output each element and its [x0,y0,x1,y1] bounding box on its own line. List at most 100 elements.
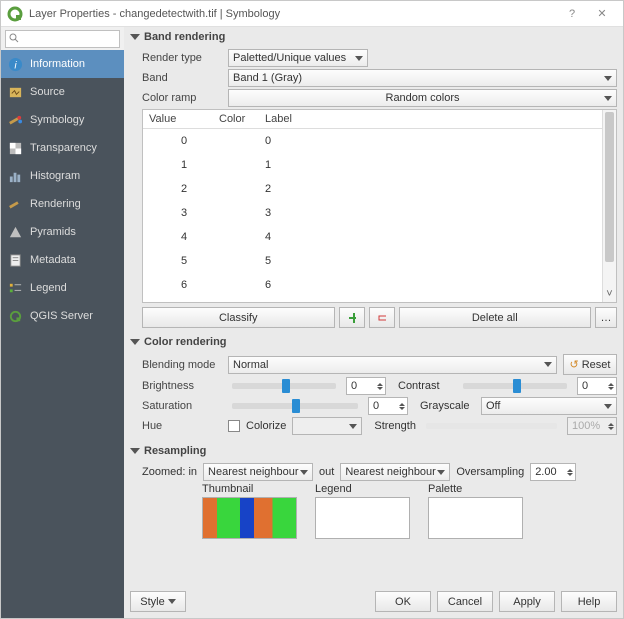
sidebar-item-rendering[interactable]: Rendering [1,190,124,218]
brightness-label: Brightness [142,380,222,392]
caret-down-icon [300,470,308,475]
render-type-label: Render type [142,52,222,64]
table-row[interactable]: 00 [143,129,602,153]
caret-down-icon [544,362,552,367]
cell-value: 1 [149,159,219,171]
cancel-button[interactable]: Cancel [437,591,493,612]
grayscale-label: Grayscale [420,400,475,412]
sidebar-item-label: Source [30,86,65,98]
saturation-slider[interactable] [232,403,358,409]
table-scrollbar[interactable]: ˅ [602,110,616,302]
caret-down-icon [168,599,176,604]
sidebar-item-transparency[interactable]: Transparency [1,134,124,162]
reset-button[interactable]: ↺Reset [563,354,617,375]
sidebar-item-label: Histogram [30,170,80,182]
sidebar-item-label: Rendering [30,198,81,210]
reset-icon: ↺ [570,358,579,371]
grayscale-combo[interactable]: Off [481,397,617,415]
band-combo[interactable]: Band 1 (Gray) [228,69,617,87]
saturation-spin[interactable]: 0 [368,397,408,415]
sidebar-item-symbology[interactable]: Symbology [1,106,124,134]
sidebar-item-label: Pyramids [30,226,76,238]
cell-label: 2 [265,183,596,195]
ok-button[interactable]: OK [375,591,431,612]
render-type-combo[interactable]: Paletted/Unique values [228,49,368,67]
col-color[interactable]: Color [219,113,265,125]
table-row[interactable]: 55 [143,249,602,273]
table-row[interactable]: 11 [143,153,602,177]
plus-icon [348,312,356,324]
help-button[interactable]: ? [557,8,587,20]
table-row[interactable]: 33 [143,201,602,225]
help-button[interactable]: Help [561,591,617,612]
caret-down-icon [437,470,445,475]
sidebar-item-metadata[interactable]: Metadata [1,246,124,274]
zoom-in-combo[interactable]: Nearest neighbour [203,463,313,481]
sidebar-item-pyramids[interactable]: Pyramids [1,218,124,246]
style-button[interactable]: Style [130,591,186,612]
table-row[interactable]: 77 [143,297,602,302]
sidebar-item-qgis-server[interactable]: QGIS Server [1,302,124,330]
palette-table: Value Color Label 0011223344556677 ˅ [142,109,617,303]
add-entry-button[interactable] [339,307,365,328]
table-row[interactable]: 44 [143,225,602,249]
apply-button[interactable]: Apply [499,591,555,612]
brightness-slider[interactable] [232,383,336,389]
contrast-label: Contrast [398,380,453,392]
sidebar-item-legend[interactable]: Legend [1,274,124,302]
contrast-slider[interactable] [463,383,567,389]
band-rendering-header[interactable]: Band rendering [130,31,617,43]
metadata-icon [8,253,23,268]
search-input[interactable] [5,30,120,48]
zoomed-in-label: Zoomed: in [142,466,197,478]
color-rendering-header[interactable]: Color rendering [130,336,617,348]
cell-label: 1 [265,159,596,171]
collapse-arrow-icon [130,448,140,454]
colorize-checkbox[interactable] [228,420,240,432]
rendering-icon [8,197,23,212]
collapse-arrow-icon [130,34,140,40]
transparency-icon [8,141,23,156]
sidebar-item-label: Transparency [30,142,97,154]
col-label[interactable]: Label [265,113,596,125]
remove-entry-button[interactable] [369,307,395,328]
sidebar-item-histogram[interactable]: Histogram [1,162,124,190]
zoom-out-combo[interactable]: Nearest neighbour [340,463,450,481]
cell-label: 5 [265,255,596,267]
blending-label: Blending mode [142,359,222,371]
sidebar-item-label: Information [30,58,85,70]
legend-icon [8,281,23,296]
color-ramp-combo[interactable]: Random colors [228,89,617,107]
colorize-color-combo [292,417,362,435]
section-title: Resampling [144,445,206,457]
qgis-logo-icon [7,6,23,22]
col-value[interactable]: Value [149,113,219,125]
sidebar-item-information[interactable]: iInformation [1,50,124,78]
resampling-header[interactable]: Resampling [130,445,617,457]
sidebar: iInformation Source Symbology Transparen… [1,50,124,618]
cell-value: 4 [149,231,219,243]
cell-label: 6 [265,279,596,291]
more-options-button[interactable]: … [595,307,617,328]
oversampling-spin[interactable]: 2.00 [530,463,576,481]
blending-mode-combo[interactable]: Normal [228,356,557,374]
oversampling-label: Oversampling [456,466,524,478]
caret-down-icon [604,96,612,101]
main-panel: Band rendering Render type Paletted/Uniq… [124,27,623,618]
strength-label: Strength [374,420,416,432]
cell-value: 0 [149,135,219,147]
classify-button[interactable]: Classify [142,307,335,328]
section-title: Band rendering [144,31,225,43]
table-header: Value Color Label [143,110,602,129]
sidebar-item-label: QGIS Server [30,310,93,322]
cell-value: 3 [149,207,219,219]
table-row[interactable]: 66 [143,273,602,297]
cell-label: 4 [265,231,596,243]
delete-all-button[interactable]: Delete all [399,307,592,328]
thumbnail-preview: Thumbnail [202,483,297,539]
contrast-spin[interactable]: 0 [577,377,617,395]
close-button[interactable]: ✕ [587,7,617,20]
table-row[interactable]: 22 [143,177,602,201]
brightness-spin[interactable]: 0 [346,377,386,395]
sidebar-item-source[interactable]: Source [1,78,124,106]
